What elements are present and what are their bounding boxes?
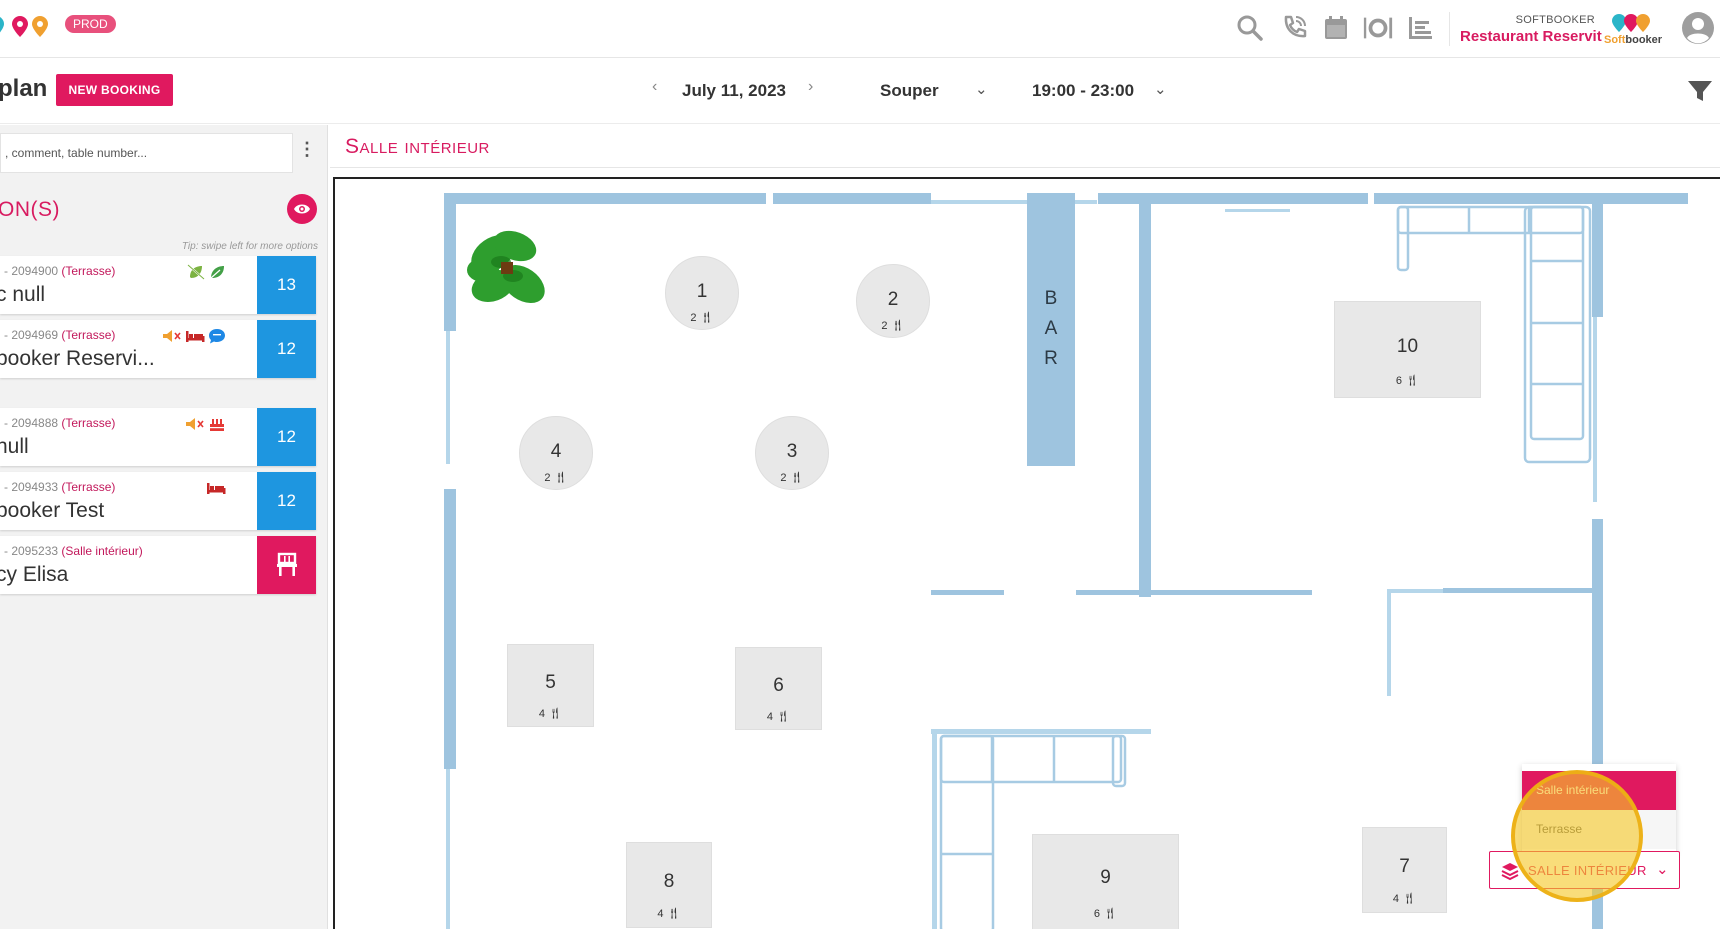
reservation-search-input[interactable]: [1, 134, 292, 172]
table-8[interactable]: 8 4 🍴︎: [626, 842, 712, 928]
mute-icon: [186, 418, 204, 430]
reservation-meta: l - 2094900 (Terrasse): [0, 264, 116, 278]
section-title: ON(S): [0, 198, 60, 221]
brand-caption: SOFTBOOKER: [1515, 14, 1595, 26]
swipe-tip: Tip: swipe left for more options: [181, 241, 318, 252]
chair-icon: [276, 552, 297, 576]
room-title: Salle intérieur: [345, 135, 490, 158]
table-badge: 12: [257, 320, 316, 378]
table-1[interactable]: 1 2 🍴︎: [665, 256, 739, 330]
room-option-terrasse[interactable]: Terrasse: [1522, 810, 1676, 849]
table-7[interactable]: 7 4 🍴︎: [1362, 827, 1447, 913]
divider: [330, 167, 1720, 168]
layers-icon: [1501, 863, 1519, 881]
eye-icon: [294, 204, 310, 214]
app-window: PROD SOFTBOOKER Restaurant Reservit Soft…: [0, 0, 1720, 929]
plant-icon: [467, 230, 545, 304]
reservation-meta: l - 2094888 (Terrasse): [0, 416, 116, 430]
reservation-icons: [187, 264, 226, 280]
more-options-icon[interactable]: ⋮: [298, 139, 316, 167]
reservation-name: null: [0, 435, 29, 458]
chat-icon: [209, 329, 225, 344]
next-date-chevron-icon[interactable]: ›: [808, 78, 813, 96]
no-vegan-icon: [187, 264, 205, 280]
reservation-card[interactable]: l - 2094933 (Terrasse) booker Test 12: [0, 472, 316, 530]
calendar-icon[interactable]: [1320, 12, 1352, 44]
restaurant-name[interactable]: Restaurant Reservit: [1460, 28, 1602, 45]
date-display[interactable]: July 11, 2023: [682, 81, 786, 101]
restaurant-icon[interactable]: [1362, 12, 1394, 44]
reservation-card[interactable]: l - 2095233 (Salle intérieur) cy Elisa: [0, 536, 316, 594]
search-icon[interactable]: [1234, 12, 1266, 44]
reservation-card[interactable]: l - 2094900 (Terrasse) c null 13: [0, 256, 316, 314]
table-badge: 13: [257, 256, 316, 314]
env-badge: PROD: [65, 15, 116, 33]
bar-letter: A: [1044, 318, 1058, 339]
new-booking-button[interactable]: NEW BOOKING: [56, 74, 173, 106]
time-range-value: 19:00 - 23:00: [1032, 81, 1135, 100]
chevron-down-icon: ⌄: [1154, 81, 1167, 98]
bed-icon: [207, 483, 226, 494]
visibility-toggle-button[interactable]: [287, 194, 317, 224]
room-select-value: SALLE INTÉRIEUR: [1528, 863, 1647, 878]
room-select[interactable]: SALLE INTÉRIEUR ⌄: [1489, 851, 1680, 889]
table-6[interactable]: 6 4 🍴︎: [735, 647, 822, 730]
time-range-select[interactable]: 19:00 - 23:00 ⌄: [1032, 74, 1172, 108]
reservation-name: booker Test: [0, 499, 105, 522]
chevron-down-icon: ⌄: [975, 81, 988, 98]
user-avatar-icon[interactable]: [1680, 10, 1716, 46]
table-badge: 12: [257, 408, 316, 466]
table-2[interactable]: 2 2 🍴︎: [856, 264, 930, 338]
prev-date-chevron-icon[interactable]: ‹: [652, 78, 657, 96]
list-icon[interactable]: [1404, 12, 1436, 44]
table-4[interactable]: 4 2 🍴︎: [519, 416, 593, 490]
bar-letter: R: [1044, 348, 1058, 369]
search-box[interactable]: [0, 133, 293, 173]
reservation-meta: l - 2094933 (Terrasse): [0, 480, 116, 494]
room-dropdown-menu: Salle intérieur Terrasse: [1522, 764, 1676, 854]
reservation-name: cy Elisa: [0, 563, 69, 586]
assign-table-button[interactable]: [257, 536, 316, 594]
page-title: plan: [0, 75, 48, 102]
softbooker-logo-text: Softbooker: [1604, 34, 1663, 46]
floor-plan: B A R 1 2 🍴︎ 2 2 🍴︎ 3 2 🍴︎ 4 2 🍴︎ 5 4 🍴︎…: [333, 177, 1720, 929]
table-9[interactable]: 9 6 🍴︎: [1032, 834, 1179, 929]
reservations-panel: ⋮ ON(S) Tip: swipe left for more options…: [0, 125, 328, 929]
filter-icon[interactable]: [1686, 78, 1714, 104]
reservation-icons: [162, 328, 226, 344]
reservation-meta: l - 2095233 (Salle intérieur): [0, 544, 143, 558]
chevron-down-icon: ⌄: [1656, 861, 1669, 878]
leaf-icon: [210, 266, 224, 279]
reservation-meta: l - 2094969 (Terrasse): [0, 328, 116, 342]
cake-icon: [210, 419, 224, 431]
reservation-name: booker Reservi...: [0, 347, 155, 370]
reservation-icons: [185, 416, 226, 432]
sub-header: plan NEW BOOKING ‹ July 11, 2023 › Soupe…: [0, 58, 1720, 124]
service-select[interactable]: Souper ⌄: [880, 74, 995, 108]
service-value: Souper: [880, 81, 939, 100]
reservation-icons: [206, 480, 226, 496]
bar-letter: B: [1044, 288, 1058, 309]
table-badge: 12: [257, 472, 316, 530]
room-option-salle-interieur[interactable]: Salle intérieur: [1522, 771, 1676, 810]
mute-icon: [163, 330, 181, 342]
reservation-card[interactable]: l - 2094888 (Terrasse) null 12: [0, 408, 316, 466]
bed-icon: [186, 331, 205, 342]
top-bar: PROD SOFTBOOKER Restaurant Reservit Soft…: [0, 0, 1720, 58]
reservation-card[interactable]: l - 2094969 (Terrasse) booker Reservi...…: [0, 320, 316, 378]
divider: [1449, 12, 1450, 46]
table-3[interactable]: 3 2 🍴︎: [755, 416, 829, 490]
table-5[interactable]: 5 4 🍴︎: [507, 644, 594, 727]
reservation-name: c null: [0, 283, 46, 306]
table-10[interactable]: 10 6 🍴︎: [1334, 301, 1481, 398]
phone-icon[interactable]: [1278, 12, 1310, 44]
bar-counter: B A R: [1027, 193, 1075, 466]
app-logo-icon: [0, 16, 48, 37]
